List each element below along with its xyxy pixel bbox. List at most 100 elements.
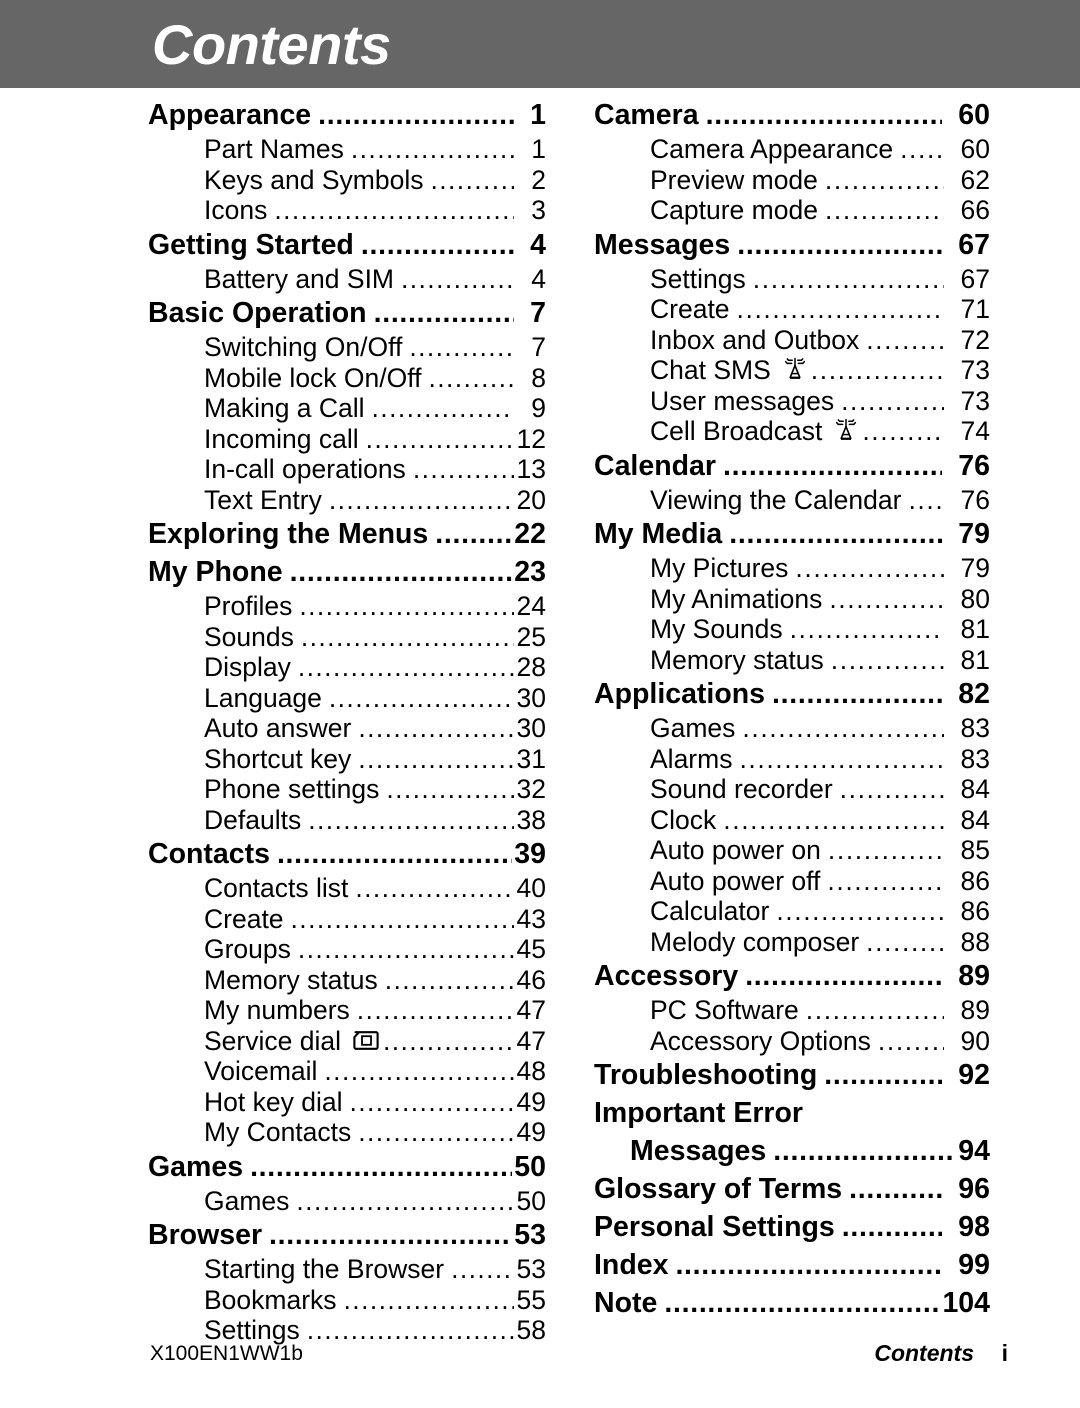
toc-item-row[interactable]: Create 43 [148, 904, 546, 935]
toc-section-row[interactable]: My Media 79 [594, 515, 990, 553]
toc-section-row[interactable]: Messages 67 [594, 226, 990, 264]
toc-dot-leader [296, 1186, 514, 1217]
toc-page-number: 86 [960, 865, 990, 896]
toc-page-number: 43 [516, 903, 546, 934]
toc-section-row[interactable]: Note 104 [594, 1284, 990, 1322]
toc-page-number: 39 [514, 838, 546, 870]
toc-item-row[interactable]: Chat SMS 73 [594, 355, 990, 386]
toc-item-row[interactable]: Starting the Browser 53 [148, 1254, 546, 1285]
toc-item-row[interactable]: Memory status 81 [594, 645, 990, 676]
toc-page-number: 28 [516, 652, 546, 682]
toc-page-number: 76 [958, 449, 990, 482]
toc-item-row[interactable]: Text Entry 20 [148, 485, 546, 516]
toc-entry-label: Index [594, 1249, 669, 1281]
toc-item-row[interactable]: Hot key dial 49 [148, 1087, 546, 1118]
toc-section-continuation-row[interactable]: Messages 94 [594, 1132, 990, 1170]
toc-item-row[interactable]: Shortcut key 31 [148, 744, 546, 775]
toc-item-row[interactable]: Cell Broadcast 74 [594, 416, 990, 447]
toc-section-row[interactable]: Applications 82 [594, 675, 990, 713]
toc-item-row[interactable]: Bookmarks 55 [148, 1285, 546, 1316]
toc-entry-label: Hot key dial [204, 1086, 343, 1117]
toc-item-row[interactable]: Clock 84 [594, 805, 990, 836]
toc-item-row[interactable]: Groups 45 [148, 934, 546, 965]
toc-page-number: 67 [958, 228, 990, 261]
toc-item-row[interactable]: Camera Appearance 60 [594, 134, 990, 165]
toc-item-row[interactable]: My Animations 80 [594, 584, 990, 615]
toc-item-row[interactable]: Part Names 1 [148, 134, 546, 165]
toc-section-row[interactable]: Basic Operation 7 [148, 294, 546, 332]
toc-item-row[interactable]: Service dial 47 [148, 1026, 546, 1057]
toc-dot-leader [723, 805, 944, 836]
toc-page-number: 20 [516, 484, 546, 515]
toc-item-row[interactable]: Auto power off 86 [594, 866, 990, 897]
toc-item-row[interactable]: PC Software 89 [594, 995, 990, 1026]
toc-item-row[interactable]: Icons 3 [148, 195, 546, 226]
toc-item-row[interactable]: Mobile lock On/Off 8 [148, 363, 546, 394]
toc-item-row[interactable]: Making a Call 9 [148, 393, 546, 424]
toc-item-row[interactable]: Create 71 [594, 294, 990, 325]
toc-item-row[interactable]: In-call operations 13 [148, 454, 546, 485]
toc-item-row[interactable]: Incoming call 12 [148, 424, 546, 455]
toc-item-row[interactable]: Sounds 25 [148, 622, 546, 653]
toc-item-row[interactable]: Memory status 46 [148, 965, 546, 996]
toc-page-number: 71 [960, 294, 990, 324]
toc-section-row[interactable]: Important Error [594, 1094, 990, 1132]
toc-section-row[interactable]: Troubleshooting 92 [594, 1056, 990, 1094]
toc-section-row[interactable]: Contacts 39 [148, 835, 546, 873]
toc-section-row[interactable]: Appearance 1 [148, 96, 546, 134]
page-header-bar: Contents [0, 0, 1080, 88]
toc-item-row[interactable]: My Contacts 49 [148, 1117, 546, 1148]
toc-entry-label: Applications [594, 678, 766, 710]
toc-item-row[interactable]: Sound recorder 84 [594, 774, 990, 805]
toc-item-row[interactable]: Melody composer 88 [594, 927, 990, 958]
toc-entry-label: Accessory [594, 960, 739, 992]
toc-item-row[interactable]: My Sounds 81 [594, 614, 990, 645]
toc-item-row[interactable]: My Pictures 79 [594, 553, 990, 584]
toc-entry-label: Messages [594, 228, 731, 261]
toc-item-row[interactable]: Calculator 86 [594, 896, 990, 927]
toc-section-row[interactable]: Camera 60 [594, 96, 990, 134]
toc-section-row[interactable]: Glossary of Terms 96 [594, 1170, 990, 1208]
toc-item-row[interactable]: Profiles 24 [148, 591, 546, 622]
toc-item-row[interactable]: Defaults 38 [148, 805, 546, 836]
toc-item-row[interactable]: Settings 67 [594, 264, 990, 295]
toc-section-row[interactable]: Games 50 [148, 1148, 546, 1186]
toc-page-number: 89 [960, 995, 990, 1025]
footer-section-label: Contents [874, 1340, 974, 1366]
toc-item-row[interactable]: Viewing the Calendar 76 [594, 485, 990, 516]
toc-entry-label: Accessory Options [650, 1025, 871, 1056]
toc-page-number: 73 [960, 385, 990, 416]
toc-section-row[interactable]: Accessory 89 [594, 957, 990, 995]
toc-item-row[interactable]: Keys and Symbols 2 [148, 165, 546, 196]
toc-item-row[interactable]: My numbers 47 [148, 995, 546, 1026]
toc-section-row[interactable]: Exploring the Menus 22 [148, 515, 546, 553]
toc-item-row[interactable]: Alarms 83 [594, 744, 990, 775]
toc-section-row[interactable]: My Phone 23 [148, 553, 546, 591]
toc-section-row[interactable]: Browser 53 [148, 1216, 546, 1254]
toc-section-row[interactable]: Getting Started 4 [148, 226, 546, 264]
toc-item-row[interactable]: Games 50 [148, 1186, 546, 1217]
toc-item-row[interactable]: Auto power on 85 [594, 835, 990, 866]
toc-page-number: 3 [531, 195, 546, 225]
toc-entry-label: Appearance [148, 99, 312, 131]
toc-item-row[interactable]: Language 30 [148, 683, 546, 714]
toc-item-row[interactable]: Inbox and Outbox 72 [594, 325, 990, 356]
toc-section-row[interactable]: Index 99 [594, 1246, 990, 1284]
toc-dot-leader [825, 165, 944, 196]
toc-item-row[interactable]: Contacts list 40 [148, 873, 546, 904]
toc-section-row[interactable]: Personal Settings 98 [594, 1208, 990, 1246]
toc-item-row[interactable]: Voicemail 48 [148, 1056, 546, 1087]
toc-item-row[interactable]: Display 28 [148, 652, 546, 683]
toc-page-number: 45 [516, 934, 546, 964]
toc-item-row[interactable]: Battery and SIM 4 [148, 264, 546, 295]
toc-item-row[interactable]: User messages 73 [594, 386, 990, 417]
toc-item-row[interactable]: Switching On/Off 7 [148, 332, 546, 363]
toc-item-row[interactable]: Games 83 [594, 713, 990, 744]
toc-entry-label: Exploring the Menus [148, 518, 429, 550]
toc-item-row[interactable]: Accessory Options 90 [594, 1026, 990, 1057]
toc-item-row[interactable]: Preview mode 62 [594, 165, 990, 196]
toc-section-row[interactable]: Calendar 76 [594, 447, 990, 485]
toc-item-row[interactable]: Capture mode 66 [594, 195, 990, 226]
toc-item-row[interactable]: Phone settings 32 [148, 774, 546, 805]
toc-item-row[interactable]: Auto answer 30 [148, 713, 546, 744]
